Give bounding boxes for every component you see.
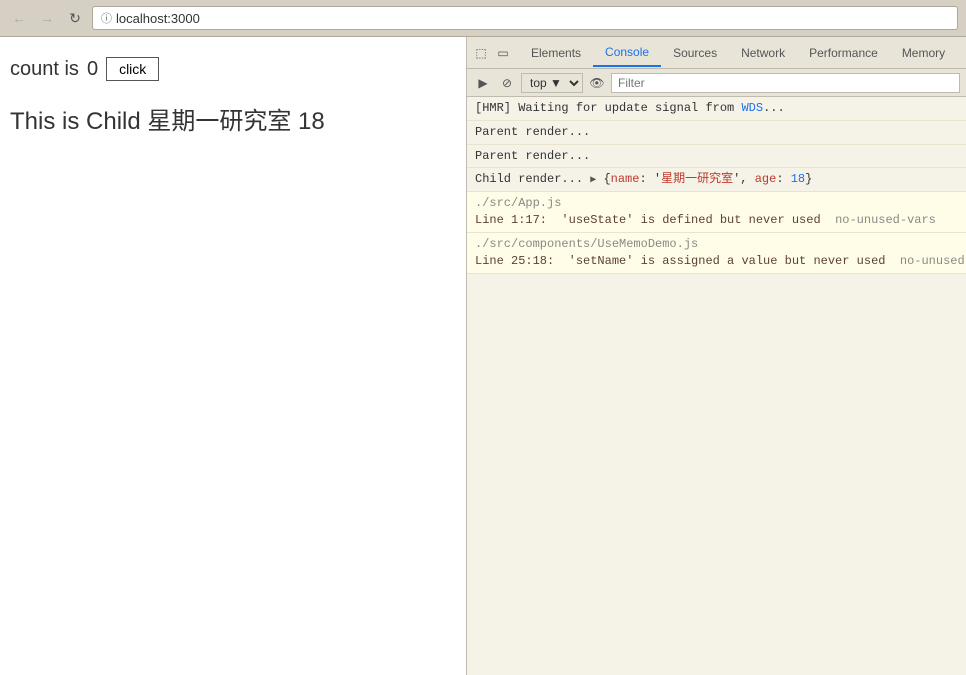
tab-elements[interactable]: Elements <box>519 40 593 66</box>
warning-2-detail: Line 25:18: 'setName' is assigned a valu… <box>475 253 966 270</box>
devtools-panel: ⬚ ▭ Elements Console Sources Network Per… <box>466 37 966 675</box>
tab-network[interactable]: Network <box>729 40 797 66</box>
tab-console[interactable]: Console <box>593 39 661 67</box>
page-content: count is 0 click This is Child 星期一研究室 18 <box>0 37 466 675</box>
console-message-hmr: [HMR] Waiting for update signal from WDS… <box>467 97 966 121</box>
context-selector[interactable]: top ▼ <box>521 73 583 93</box>
warning-1-content: ./src/App.js Line 1:17: 'useState' is de… <box>475 195 936 229</box>
console-message-warning-2: ./src/components/UseMemoDemo.js Line 25:… <box>467 233 966 274</box>
browser-chrome: ← → ↻ ⓘ localhost:3000 <box>0 0 966 37</box>
hmr-text: [HMR] Waiting for update signal from WDS… <box>475 100 785 117</box>
browser-toolbar: ← → ↻ ⓘ localhost:3000 <box>0 0 966 36</box>
child-line: This is Child 星期一研究室 18 <box>10 101 456 136</box>
count-line: count is 0 click <box>10 57 456 81</box>
lock-icon: ⓘ <box>101 10 112 26</box>
warning-2-file: ./src/components/UseMemoDemo.js <box>475 236 966 253</box>
clear-console-button[interactable]: ▶ <box>473 73 493 93</box>
warning-1-detail: Line 1:17: 'useState' is defined but nev… <box>475 212 936 229</box>
console-message-parent-1: Parent render... <box>467 121 966 145</box>
click-button[interactable]: click <box>106 57 159 81</box>
devtools-tabs: ⬚ ▭ Elements Console Sources Network Per… <box>467 37 966 69</box>
parent-render-text-1: Parent render... <box>475 124 590 141</box>
console-filter-input[interactable] <box>611 73 960 93</box>
tab-performance[interactable]: Performance <box>797 40 890 66</box>
console-secondary-bar: ▶ ⊘ top ▼ 👁 <box>467 69 966 97</box>
inspect-element-button[interactable]: ⬚ <box>471 43 491 63</box>
address-bar: ⓘ localhost:3000 <box>92 6 958 30</box>
parent-render-text-2: Parent render... <box>475 148 590 165</box>
main-area: count is 0 click This is Child 星期一研究室 18… <box>0 37 966 675</box>
tab-memory[interactable]: Memory <box>890 40 957 66</box>
back-button[interactable]: ← <box>8 7 30 29</box>
forward-button[interactable]: → <box>36 7 58 29</box>
refresh-button[interactable]: ↻ <box>64 7 86 29</box>
tab-sources[interactable]: Sources <box>661 40 729 66</box>
child-render-text: Child render... ▶ {name: '星期一研究室', age: … <box>475 171 812 188</box>
console-message-child: Child render... ▶ {name: '星期一研究室', age: … <box>467 168 966 192</box>
eye-icon[interactable]: 👁 <box>587 73 607 93</box>
count-label: count is <box>10 58 79 81</box>
devtools-icons: ⬚ ▭ <box>471 43 513 63</box>
console-message-parent-2: Parent render... <box>467 145 966 169</box>
url-text: localhost:3000 <box>116 11 200 26</box>
device-toggle-button[interactable]: ▭ <box>493 43 513 63</box>
block-icon[interactable]: ⊘ <box>497 73 517 93</box>
warning-2-content: ./src/components/UseMemoDemo.js Line 25:… <box>475 236 966 270</box>
console-messages: [HMR] Waiting for update signal from WDS… <box>467 97 966 675</box>
count-value: 0 <box>87 58 98 81</box>
warning-1-file: ./src/App.js <box>475 195 936 212</box>
console-message-warning-1: ./src/App.js Line 1:17: 'useState' is de… <box>467 192 966 233</box>
